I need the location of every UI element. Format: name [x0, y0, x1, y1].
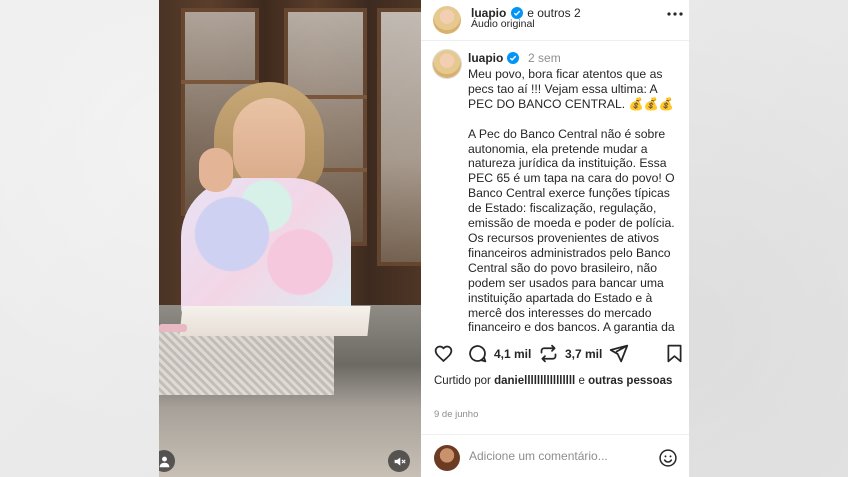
bookmark-icon: [667, 344, 682, 363]
post-header: luapio e outros 2 Áudio original: [421, 0, 689, 41]
like-button[interactable]: [433, 343, 454, 364]
reel-video[interactable]: [159, 0, 421, 477]
comment-button[interactable]: 4,1 mil: [467, 343, 531, 364]
more-horizontal-icon: [667, 12, 683, 16]
send-icon: [609, 344, 629, 363]
save-button[interactable]: [664, 343, 685, 364]
comments-count: 4,1 mil: [494, 346, 532, 361]
liked-by-user[interactable]: daniellllllllllllllll: [494, 375, 575, 387]
caption-time: 2 sem: [528, 51, 561, 65]
caption-text: Meu povo, bora ficar atentos que as pecs…: [468, 67, 675, 335]
caption-header: luapio 2 sem: [468, 51, 561, 65]
repost-button[interactable]: 3,7 mil: [538, 343, 602, 364]
speaker-muted-icon: [394, 456, 406, 466]
viewer-avatar: [434, 445, 460, 471]
comment-bar: [421, 434, 689, 477]
person-icon: [159, 456, 169, 467]
caption-avatar[interactable]: [433, 50, 461, 78]
more-options-button[interactable]: [666, 6, 684, 22]
post-panel: luapio e outros 2 Áudio original luapio …: [421, 0, 689, 477]
liked-by-others[interactable]: outras pessoas: [588, 375, 672, 387]
verified-badge-icon: [506, 52, 519, 64]
author-avatar[interactable]: [433, 6, 461, 34]
coauthors-link[interactable]: e outros 2: [527, 6, 580, 20]
audio-label[interactable]: Áudio original: [471, 18, 535, 30]
emoji-icon: [659, 449, 677, 467]
share-button[interactable]: [608, 343, 629, 364]
comment-input[interactable]: [469, 449, 639, 463]
mute-button[interactable]: [388, 450, 410, 472]
video-person: [233, 98, 305, 188]
comment-icon: [469, 345, 487, 363]
emoji-button[interactable]: [658, 448, 678, 468]
post-date[interactable]: 9 de junho: [434, 409, 478, 420]
action-bar: 4,1 mil 3,7 mil: [421, 343, 689, 371]
caption-username[interactable]: luapio: [468, 51, 503, 65]
reposts-count: 3,7 mil: [565, 346, 603, 361]
repost-icon: [540, 344, 557, 363]
heart-icon: [434, 345, 453, 363]
liked-by: Curtido por daniellllllllllllllll e outr…: [434, 375, 673, 387]
